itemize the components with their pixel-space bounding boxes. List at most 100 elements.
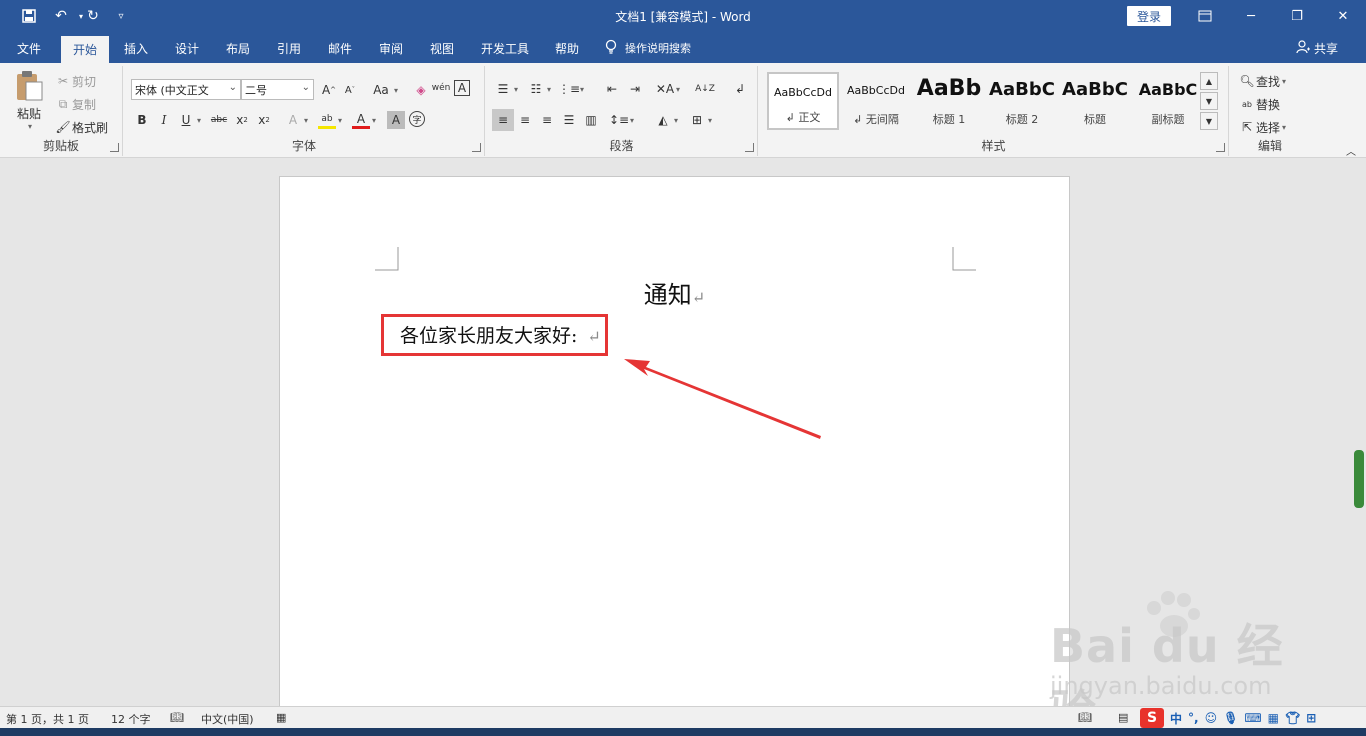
text-effects-icon: A xyxy=(288,113,298,127)
style-no-spacing[interactable]: AaBbCcDd ↲ 无间隔 xyxy=(840,72,912,130)
replace-button[interactable]: ab 替换 xyxy=(1238,95,1280,113)
paragraph-group-label: 段落 xyxy=(609,139,634,153)
find-button[interactable]: 🔍︎ 查找 ▾ xyxy=(1238,72,1286,90)
share-button[interactable]: 共享 xyxy=(1296,40,1338,57)
tab-review[interactable]: 审阅 xyxy=(369,33,413,63)
bullets-button[interactable]: ☰ ▾ xyxy=(494,80,518,98)
subscript-button[interactable]: x2 xyxy=(233,111,251,129)
cursor-icon: ⇱ xyxy=(1241,120,1253,134)
style-name: 副标题 xyxy=(1151,113,1185,126)
paste-button[interactable]: 粘贴 ▾ xyxy=(10,70,48,131)
underline-icon: U xyxy=(181,113,191,127)
grow-font-button[interactable]: A ^ xyxy=(320,81,338,99)
clipboard-group-label: 剪贴板 xyxy=(42,139,79,153)
text-effects-button[interactable]: A ▾ xyxy=(284,111,308,129)
copy-button[interactable]: ⧉ 复制 xyxy=(54,95,96,113)
clipboard-launcher-icon[interactable] xyxy=(110,143,119,152)
shrink-font-button[interactable]: Aˇ xyxy=(341,81,359,99)
style-title[interactable]: AaBbC 标题 xyxy=(1059,72,1131,130)
style-heading-2[interactable]: AaBbC 标题 2 xyxy=(986,72,1058,130)
ribbon-display-options-icon[interactable] xyxy=(1182,5,1228,27)
character-border-button[interactable]: A xyxy=(454,80,470,96)
collapse-ribbon-button[interactable]: ︿ xyxy=(1346,143,1356,158)
borders-button[interactable]: ⊞ ▾ xyxy=(688,111,712,129)
vertical-scrollbar[interactable] xyxy=(1354,450,1364,508)
style-name: 标题 1 xyxy=(932,113,966,126)
italic-button[interactable]: I xyxy=(155,111,173,129)
select-button[interactable]: ⇱ 选择 ▾ xyxy=(1238,118,1286,136)
highlight-button[interactable]: ab ▾ xyxy=(318,111,342,129)
restore-icon[interactable]: ❐ xyxy=(1274,5,1320,27)
styles-more-button[interactable]: ▼ xyxy=(1200,112,1218,130)
close-icon[interactable]: ✕ xyxy=(1320,5,1366,27)
tab-view[interactable]: 视图 xyxy=(420,33,464,63)
read-mode-icon[interactable]: 📖︎ xyxy=(1078,711,1092,724)
styles-launcher-icon[interactable] xyxy=(1216,143,1225,152)
proofing-icon[interactable]: 📖︎ xyxy=(170,711,184,724)
font-launcher-icon[interactable] xyxy=(472,143,481,152)
tab-developer[interactable]: 开发工具 xyxy=(473,33,537,63)
login-button[interactable]: 登录 xyxy=(1127,6,1171,26)
tab-layout[interactable]: 布局 xyxy=(216,33,260,63)
sort-button[interactable]: A↓Z xyxy=(695,80,715,98)
page-count[interactable]: 第 1 页，共 1 页 xyxy=(6,711,89,727)
decrease-indent-button[interactable]: ⇤ xyxy=(603,80,621,98)
tab-file[interactable]: 文件 xyxy=(8,33,50,63)
find-dropdown-icon: ▾ xyxy=(1282,76,1287,86)
line-spacing-icon: ↕≡ xyxy=(608,113,630,127)
cut-button[interactable]: ✂ 剪切 xyxy=(54,72,96,90)
ime-toolbar[interactable]: S 中 °, ☺ 🎙︎ ⌨ ▦ 👕︎ ⊞ xyxy=(1140,708,1316,728)
punctuation-icon: °, xyxy=(1188,711,1199,725)
copy-label: 复制 xyxy=(72,97,97,112)
align-center-button[interactable]: ≡ xyxy=(516,111,534,129)
paragraph-launcher-icon[interactable] xyxy=(745,143,754,152)
increase-indent-button[interactable]: ⇥ xyxy=(626,80,644,98)
shading-button[interactable]: ◭ ▾ xyxy=(654,111,678,129)
styles-scroll-down-button[interactable]: ▼ xyxy=(1200,92,1218,110)
multilevel-list-button[interactable]: ⋮≡ ▾ xyxy=(558,80,584,98)
font-color-button[interactable]: A ▾ xyxy=(352,111,376,129)
underline-button[interactable]: U ▾ xyxy=(177,111,201,129)
styles-scroll-up-button[interactable]: ▲ xyxy=(1200,72,1218,90)
tab-home[interactable]: 开始 xyxy=(61,36,109,63)
language-status[interactable]: 中文(中国) xyxy=(201,711,254,727)
chinese-layout-button[interactable]: ✕A ▾ xyxy=(656,80,680,98)
character-border-icon: A xyxy=(454,80,470,96)
distributed-button[interactable]: ▥ xyxy=(582,111,600,129)
format-painter-button[interactable]: 🖌 格式刷 xyxy=(54,118,108,136)
tab-help[interactable]: 帮助 xyxy=(545,33,589,63)
taskbar xyxy=(0,728,1366,736)
document-page[interactable]: 通知↵ 各位家长朋友大家好: ↵ xyxy=(279,176,1070,716)
macro-record-icon[interactable]: ▦ xyxy=(276,711,286,724)
word-count[interactable]: 12 个字 xyxy=(111,711,151,727)
style-subtitle[interactable]: AaBbC 副标题 xyxy=(1132,72,1204,130)
align-left-button[interactable]: ≡ xyxy=(492,109,514,131)
tab-mailings[interactable]: 邮件 xyxy=(318,33,362,63)
tell-me-search[interactable]: 操作说明搜索 xyxy=(605,33,715,63)
enclose-characters-button[interactable]: 字 xyxy=(409,111,425,127)
bold-button[interactable]: B xyxy=(133,111,151,129)
change-case-button[interactable]: Aa ▾ xyxy=(370,81,398,99)
character-shading-button[interactable]: A xyxy=(387,111,405,129)
justify-button[interactable]: ☰ xyxy=(560,111,578,129)
strikethrough-button[interactable]: abc xyxy=(210,111,228,129)
line-spacing-button[interactable]: ↕≡ ▾ xyxy=(608,111,634,129)
show-marks-button[interactable]: ↲ xyxy=(731,80,749,98)
tab-design[interactable]: 设计 xyxy=(165,33,209,63)
tab-references[interactable]: 引用 xyxy=(267,33,311,63)
minimize-icon[interactable]: ─ xyxy=(1228,5,1274,27)
document-heading[interactable]: 通知↵ xyxy=(280,275,1069,310)
align-right-button[interactable]: ≡ xyxy=(538,111,556,129)
clear-formatting-button[interactable]: ◈ xyxy=(412,81,430,99)
phonetic-guide-button[interactable]: wén xyxy=(432,79,451,97)
superscript-button[interactable]: x2 xyxy=(255,111,273,129)
font-size-combo[interactable]: 二号 ⌄ xyxy=(241,79,314,100)
paragraph-group: ☰ ▾ ☷ ▾ ⋮≡ ▾ ⇤ ⇥ ✕A ▾ A↓Z ↲ ≡ ≡ ≡ ☰ ▥ ↕≡ ▾ ◭ ▾… xyxy=(486,66,758,156)
numbering-dropdown-icon: ▾ xyxy=(547,84,552,94)
print-layout-icon[interactable]: ▤ xyxy=(1118,711,1128,724)
style-heading-1[interactable]: AaBb 标题 1 xyxy=(913,72,985,130)
numbering-button[interactable]: ☷ ▾ xyxy=(527,80,551,98)
style-normal[interactable]: AaBbCcDd ↲ 正文 xyxy=(767,72,839,130)
font-name-combo[interactable]: 宋体 (中文正文 ⌄ xyxy=(131,79,241,100)
tab-insert[interactable]: 插入 xyxy=(114,33,158,63)
